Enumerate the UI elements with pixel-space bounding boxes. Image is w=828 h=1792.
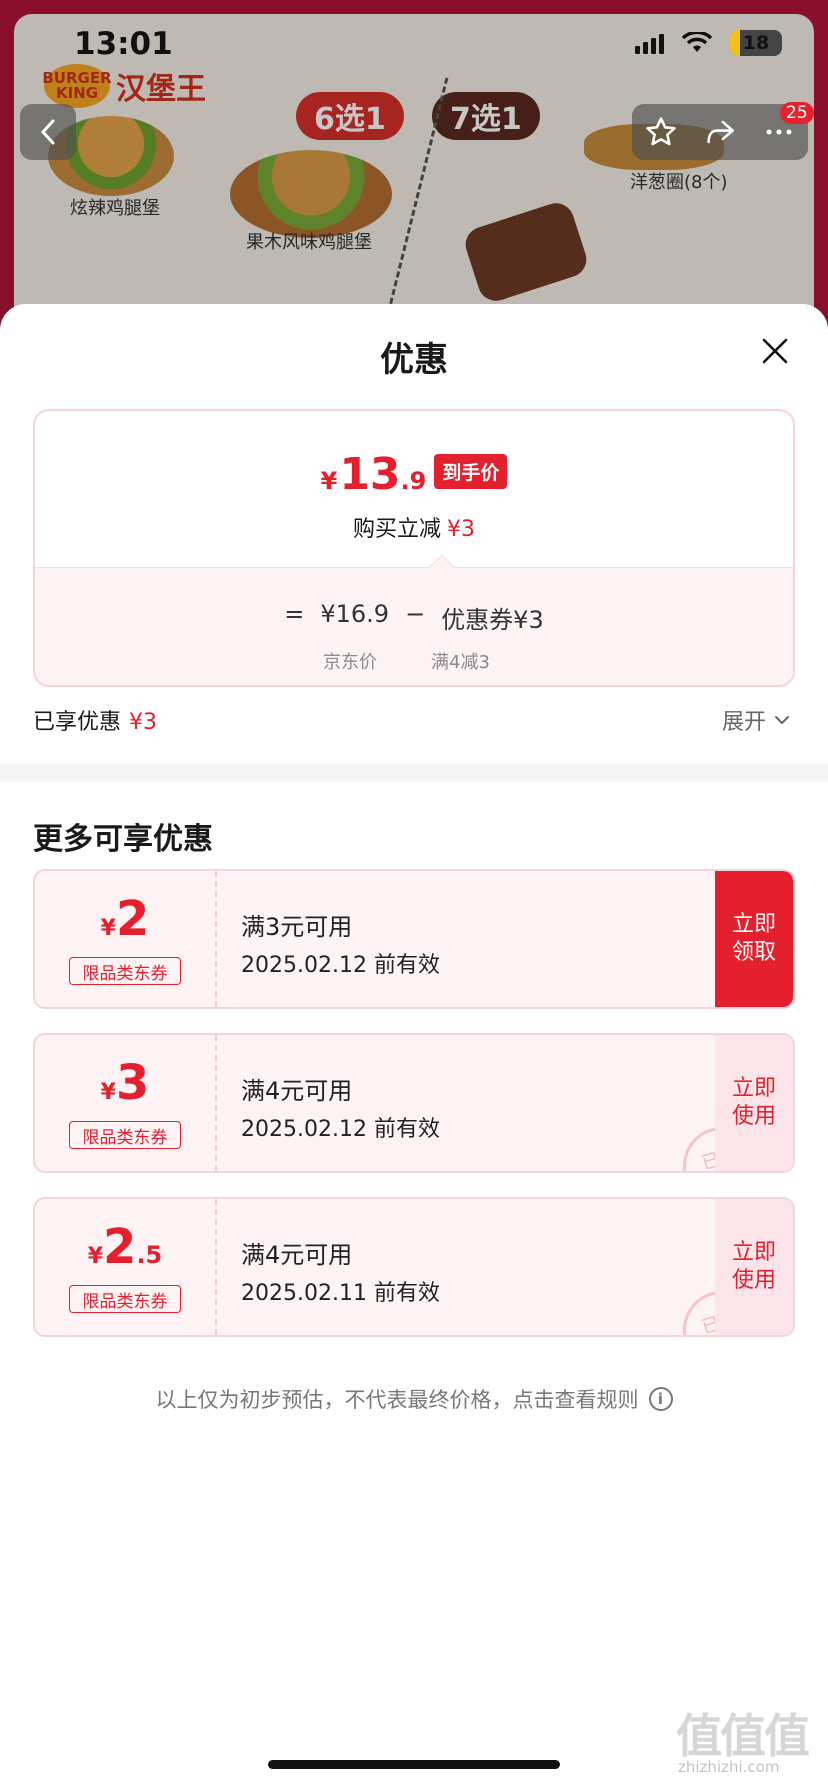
use-coupon-button[interactable]: 立即 使用 <box>715 1199 793 1335</box>
coupon-condition: 满3元可用 <box>241 913 353 941</box>
sheet-title: 优惠 <box>380 340 448 380</box>
coupon-card: ¥ 3 限品类东券 满4元可用 2025.02.12 前有效 已领 立即使用 <box>33 1033 795 1173</box>
star-icon[interactable] <box>644 115 678 149</box>
coupon-separator <box>215 1035 217 1171</box>
instant-discount: 购买立减 ¥3 <box>352 517 475 542</box>
use-coupon-button[interactable]: 立即 使用 <box>715 1035 793 1171</box>
coupon-condition: 满4元可用 <box>241 1241 353 1269</box>
claim-coupon-button[interactable]: 立即 领取 <box>715 871 793 1007</box>
jd-price: ¥16.9 <box>320 600 390 628</box>
product-page-background: BURGER KING 汉堡王 6选1 7选1 炫辣鸡腿堡 果木风味鸡腿堡 洋葱… <box>0 0 828 344</box>
footnote-text: 以上仅为初步预估，不代表最终价格，点击查看规则 <box>155 1388 639 1412</box>
wifi-icon <box>682 32 712 52</box>
watermark-logo: 值值值 <box>676 1709 810 1763</box>
back-button[interactable] <box>20 104 76 160</box>
expand-button[interactable]: 展开 <box>722 704 790 736</box>
coupon-condition: 满4元可用 <box>241 1077 353 1105</box>
coupon-expiry: 2025.02.11 前有效 <box>241 1281 440 1306</box>
section-divider <box>0 764 828 782</box>
coupon-type-badge: 限品类东券 <box>69 1121 181 1149</box>
price-formula: = ¥16.9 − 优惠券¥3 京东价 满4减3 <box>35 567 793 685</box>
minus-sign: − <box>405 600 426 628</box>
jd-price-label: 京东价 <box>323 652 377 673</box>
cellular-signal-icon <box>635 32 664 54</box>
status-indicators: 18 <box>635 30 782 56</box>
share-icon[interactable] <box>703 115 737 149</box>
coupon-rule-label: 满4减3 <box>431 652 490 673</box>
coupon-separator <box>215 871 217 1007</box>
battery-icon: 18 <box>730 30 782 56</box>
coupon-separator <box>215 1199 217 1335</box>
info-icon: i <box>648 1387 673 1411</box>
discount-sheet: 优惠 ¥ 13 .9 到手价 购买立减 ¥3 = ¥16.9 − 优惠券¥3 京东… <box>0 304 828 1792</box>
coupon-card: ¥ 2 限品类东券 满3元可用 2025.02.12 前有效 立即 领取 <box>33 869 795 1009</box>
coupon-expiry: 2025.02.12 前有效 <box>241 1117 440 1142</box>
price-breakdown-card: ¥ 13 .9 到手价 购买立减 ¥3 = ¥16.9 − 优惠券¥3 京东价 满… <box>33 409 795 687</box>
close-icon[interactable] <box>758 334 792 368</box>
coupon-amount: ¥ 2 .5 <box>87 1219 163 1275</box>
coupon-type-badge: 限品类东券 <box>69 957 181 985</box>
coupon-type-badge: 限品类东券 <box>69 1285 181 1313</box>
enjoyed-discount: 已享优惠 ¥3 <box>33 710 158 735</box>
chevron-left-icon <box>40 119 55 145</box>
chevron-down-icon <box>775 716 790 725</box>
rules-link[interactable]: 以上仅为初步预估，不代表最终价格，点击查看规则 i <box>0 1384 828 1414</box>
status-time: 13:01 <box>74 26 173 62</box>
more-discounts-title: 更多可享优惠 <box>33 822 213 857</box>
coupon-deduction: 优惠券¥3 <box>441 606 544 634</box>
coupon-expiry: 2025.02.12 前有效 <box>241 953 440 978</box>
watermark-url: zhizhizhi.com <box>678 1758 780 1776</box>
notification-badge: 25 <box>780 102 814 124</box>
equals-sign: = <box>284 600 305 628</box>
coupon-amount: ¥ 2 <box>100 891 150 947</box>
home-indicator[interactable] <box>268 1760 560 1769</box>
coupon-amount: ¥ 3 <box>100 1055 150 1111</box>
coupon-card: ¥ 2 .5 限品类东券 满4元可用 2025.02.11 前有效 已领 立即使… <box>33 1197 795 1337</box>
final-price: ¥ 13 .9 到手价 <box>35 449 793 500</box>
final-price-tag: 到手价 <box>434 454 508 489</box>
